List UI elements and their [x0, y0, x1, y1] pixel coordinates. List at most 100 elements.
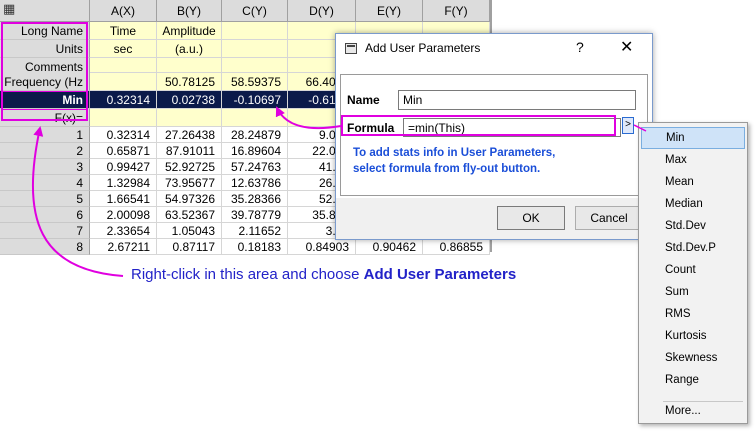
comments-cell[interactable]: [222, 58, 288, 73]
add-user-parameters-dialog: Add User Parameters ? ✕ Name Formula To …: [335, 33, 653, 240]
table-cell[interactable]: 1.32984: [90, 175, 157, 191]
dialog-window-icon: [345, 43, 357, 54]
table-cell[interactable]: 73.95677: [157, 175, 222, 191]
menu-item-sum[interactable]: Sum: [641, 281, 745, 303]
hint-line-2: select formula from fly-out button.: [353, 163, 541, 175]
table-cell[interactable]: 28.24879: [222, 127, 288, 143]
dialog-titlebar[interactable]: Add User Parameters ? ✕: [336, 34, 652, 64]
close-button[interactable]: ✕: [620, 37, 633, 57]
stats-flyout-menu: Min Max Mean Median Std.Dev Std.Dev.P Co…: [638, 122, 748, 424]
table-cell[interactable]: 2.33654: [90, 223, 157, 239]
row-number[interactable]: 5: [0, 191, 90, 207]
formula-input[interactable]: [403, 118, 621, 137]
menu-item-range[interactable]: Range: [641, 369, 745, 391]
menu-item-rms[interactable]: RMS: [641, 303, 745, 325]
row-number[interactable]: 8: [0, 239, 90, 255]
frequency-cell[interactable]: 58.59375: [222, 73, 288, 91]
min-cell[interactable]: 0.02738: [157, 91, 222, 109]
row-number[interactable]: 4: [0, 175, 90, 191]
column-header-b[interactable]: B(Y): [157, 0, 222, 22]
table-cell[interactable]: 0.32314: [90, 127, 157, 143]
menu-item-count[interactable]: Count: [641, 259, 745, 281]
table-cell[interactable]: 2.11652: [222, 223, 288, 239]
hint-line-1: To add stats info in User Parameters,: [353, 147, 556, 159]
dialog-footer: OK Cancel: [336, 198, 652, 239]
frequency-cell[interactable]: [90, 73, 157, 91]
table-cell[interactable]: 0.87117: [157, 239, 222, 255]
table-cell[interactable]: 0.18183: [222, 239, 288, 255]
menu-item-std-dev-p[interactable]: Std.Dev.P: [641, 237, 745, 259]
row-label-frequency[interactable]: Frequency (Hz: [0, 73, 90, 91]
table-cell[interactable]: 1.66541: [90, 191, 157, 207]
units-cell[interactable]: sec: [90, 40, 157, 58]
table-cell[interactable]: 0.90462: [356, 239, 423, 255]
cancel-button[interactable]: Cancel: [575, 206, 643, 230]
table-cell[interactable]: 35.28366: [222, 191, 288, 207]
table-cell[interactable]: 2.67211: [90, 239, 157, 255]
comments-cell[interactable]: [90, 58, 157, 73]
long-name-cell[interactable]: [222, 22, 288, 40]
row-number[interactable]: 1: [0, 127, 90, 143]
column-header-a[interactable]: A(X): [90, 0, 157, 22]
formula-flyout-button[interactable]: >: [622, 117, 634, 134]
menu-item-kurtosis[interactable]: Kurtosis: [641, 325, 745, 347]
menu-item-max[interactable]: Max: [641, 149, 745, 171]
table-cell[interactable]: 63.52367: [157, 207, 222, 223]
formula-cell[interactable]: [90, 109, 157, 127]
units-cell[interactable]: [222, 40, 288, 58]
menu-item-skewness[interactable]: Skewness: [641, 347, 745, 369]
table-cell[interactable]: 2.00098: [90, 207, 157, 223]
table-cell[interactable]: 0.99427: [90, 159, 157, 175]
column-header-d[interactable]: D(Y): [288, 0, 356, 22]
formula-label: Formula: [347, 121, 395, 135]
annotation-caption: Right-click in this area and choose Add …: [131, 266, 516, 283]
row-number[interactable]: 3: [0, 159, 90, 175]
hint-text: To add stats info in User Parameters, se…: [353, 145, 555, 177]
comments-cell[interactable]: [157, 58, 222, 73]
table-cell[interactable]: 12.63786: [222, 175, 288, 191]
long-name-cell[interactable]: Amplitude: [157, 22, 222, 40]
table-cell[interactable]: 16.89604: [222, 143, 288, 159]
row-number[interactable]: 6: [0, 207, 90, 223]
table-cell[interactable]: 0.86855: [423, 239, 490, 255]
column-header-f[interactable]: F(Y): [423, 0, 490, 22]
table-cell[interactable]: 87.91011: [157, 143, 222, 159]
units-cell[interactable]: (a.u.): [157, 40, 222, 58]
menu-item-mean[interactable]: Mean: [641, 171, 745, 193]
min-cell[interactable]: 0.32314: [90, 91, 157, 109]
help-button[interactable]: ?: [576, 39, 584, 55]
table-cell[interactable]: 52.92725: [157, 159, 222, 175]
row-number[interactable]: 7: [0, 223, 90, 239]
row-label-fx[interactable]: F(x)=: [0, 109, 90, 127]
menu-item-std-dev[interactable]: Std.Dev: [641, 215, 745, 237]
table-cell[interactable]: 54.97326: [157, 191, 222, 207]
formula-cell[interactable]: [157, 109, 222, 127]
row-label-units[interactable]: Units: [0, 40, 90, 58]
dialog-body: Name Formula To add stats info in User P…: [340, 74, 648, 196]
table-cell[interactable]: 39.78779: [222, 207, 288, 223]
dialog-title: Add User Parameters: [365, 41, 481, 55]
table-cell[interactable]: 0.84903: [288, 239, 356, 255]
annotation-caption-bold: Add User Parameters: [363, 266, 517, 283]
menu-item-min[interactable]: Min: [641, 127, 745, 149]
min-cell[interactable]: -0.10697: [222, 91, 288, 109]
menu-item-median[interactable]: Median: [641, 193, 745, 215]
row-label-long-name[interactable]: Long Name: [0, 22, 90, 40]
frequency-cell[interactable]: 50.78125: [157, 73, 222, 91]
annotation-caption-text: Right-click in this area and choose: [131, 266, 364, 283]
column-header-c[interactable]: C(Y): [222, 0, 288, 22]
column-header-e[interactable]: E(Y): [356, 0, 423, 22]
table-cell[interactable]: 0.65871: [90, 143, 157, 159]
table-cell[interactable]: 1.05043: [157, 223, 222, 239]
formula-cell[interactable]: [222, 109, 288, 127]
table-cell[interactable]: 27.26438: [157, 127, 222, 143]
menu-item-more[interactable]: More...: [641, 400, 745, 422]
name-input[interactable]: [398, 90, 636, 110]
worksheet-corner[interactable]: ▦: [0, 0, 90, 22]
long-name-cell[interactable]: Time: [90, 22, 157, 40]
ok-button[interactable]: OK: [497, 206, 565, 230]
worksheet-grid-icon: ▦: [3, 1, 16, 16]
row-number[interactable]: 2: [0, 143, 90, 159]
table-cell[interactable]: 57.24763: [222, 159, 288, 175]
row-label-min[interactable]: Min: [0, 91, 90, 109]
